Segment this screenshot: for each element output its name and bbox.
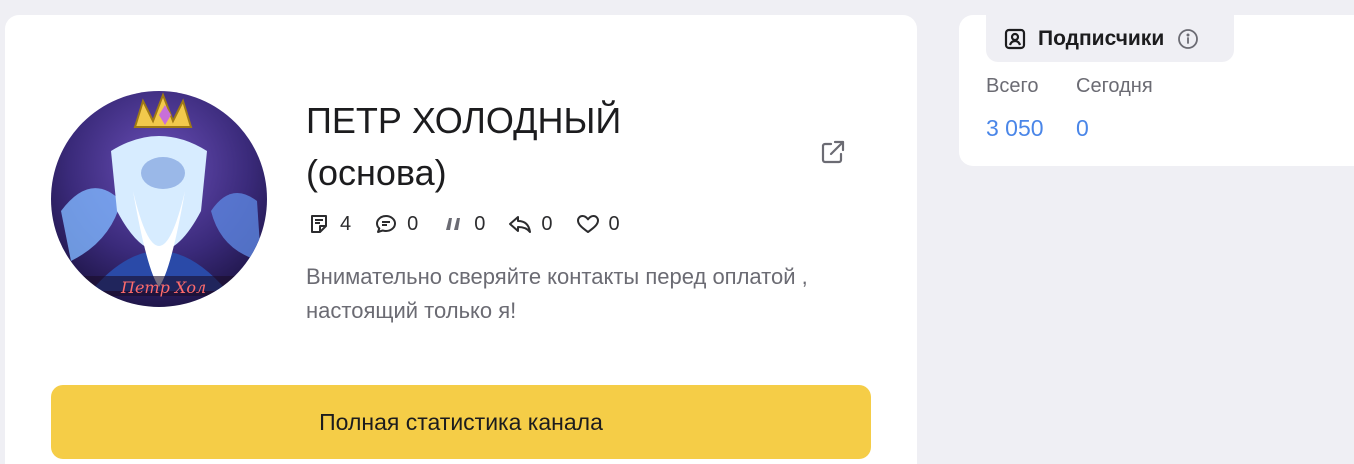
channel-avatar[interactable]: Петр Хол: [51, 91, 267, 307]
channel-title[interactable]: ПЕТР ХОЛОДНЫЙ (основа): [306, 95, 726, 199]
metric-total: Всего 3 050: [986, 73, 1044, 143]
comments-icon: [373, 211, 399, 237]
today-value[interactable]: 0: [1076, 113, 1153, 143]
likes-count: 0: [608, 212, 620, 235]
quotes-icon: [440, 211, 466, 237]
reposts-count: 0: [541, 212, 553, 235]
posts-icon: [306, 211, 332, 237]
posts-count: 4: [340, 212, 352, 235]
subscribers-icon: [1002, 26, 1028, 52]
tab-subscribers[interactable]: Подписчики: [986, 15, 1234, 62]
likes-icon: [575, 211, 601, 237]
total-label: Всего: [986, 75, 1039, 97]
channel-stats: 4 0 0 0 0: [306, 209, 642, 239]
channel-card: Петр Хол ПЕТР ХОЛОДНЫЙ (основа) 4 0 0 0 …: [5, 15, 917, 464]
quotes-count: 0: [474, 212, 486, 235]
channel-description: Внимательно сверяйте контакты перед опла…: [306, 264, 808, 323]
metric-today: Сегодня 0: [1076, 73, 1153, 143]
stat-likes: 0: [575, 211, 620, 237]
stat-quotes: 0: [440, 211, 485, 237]
avatar-caption: Петр Хол: [120, 278, 206, 297]
today-label: Сегодня: [1076, 75, 1153, 97]
info-icon[interactable]: [1176, 27, 1200, 51]
stat-posts: 4: [306, 211, 351, 237]
stat-reposts: 0: [507, 211, 553, 237]
full-stats-button[interactable]: Полная статистика канала: [51, 385, 871, 459]
comments-count: 0: [407, 212, 419, 235]
subscribers-card: Подписчики Всего 3 050 Сегодня 0: [959, 15, 1354, 166]
stat-comments: 0: [373, 211, 418, 237]
reposts-icon: [507, 211, 533, 237]
external-link-icon[interactable]: [818, 137, 848, 167]
total-value[interactable]: 3 050: [986, 113, 1044, 143]
subscribers-tab-label: Подписчики: [1038, 26, 1165, 50]
